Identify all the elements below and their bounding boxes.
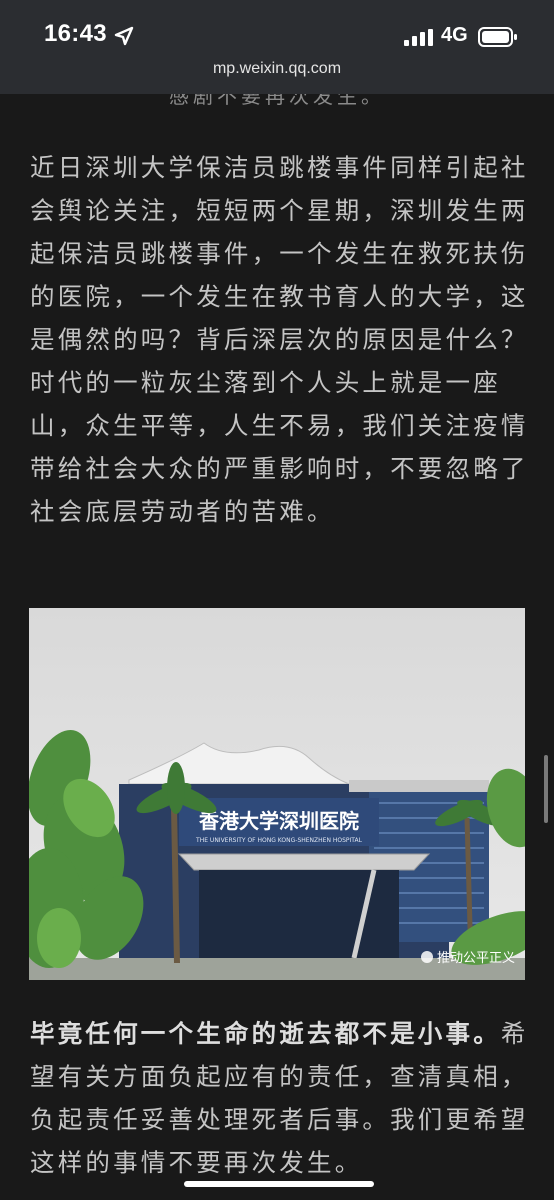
clock-time: 16:43 — [44, 20, 107, 47]
hospital-sign-english: THE UNIVERSITY OF HONG KONG-SHENZHEN HOS… — [195, 837, 363, 844]
page-url[interactable]: mp.weixin.qq.com — [0, 60, 554, 78]
cellular-signal-icon — [404, 29, 433, 46]
status-bar: 16:43 4G mp.weixin.qq.com — [0, 0, 554, 94]
article-paragraph-2: 毕竟任何一个生命的逝去都不是小事。希望有关方面负起应有的责任，查清真相，负起责任… — [30, 1012, 530, 1184]
article-paragraph-1: 近日深圳大学保洁员跳楼事件同样引起社会舆论关注，短短两个星期，深圳发生两起保洁员… — [30, 153, 529, 526]
hospital-building-image: 香港大学深圳医院 THE UNIVERSITY OF HONG KONG-SHE… — [29, 608, 525, 980]
network-type: 4G — [441, 24, 468, 46]
article-emphasis: 毕竟任何一个生命的逝去都不是小事。 — [30, 1019, 501, 1048]
location-arrow-icon — [114, 26, 134, 46]
photo-watermark: 推动公平正义 — [437, 951, 515, 966]
battery-icon — [478, 27, 517, 47]
scrollbar-thumb[interactable] — [544, 755, 548, 823]
wechat-logo-icon — [421, 951, 433, 963]
home-indicator[interactable] — [184, 1181, 374, 1187]
hospital-sign-chinese: 香港大学深圳医院 — [199, 809, 359, 833]
hospital-photo[interactable]: 香港大学深圳医院 THE UNIVERSITY OF HONG KONG-SHE… — [29, 608, 525, 980]
